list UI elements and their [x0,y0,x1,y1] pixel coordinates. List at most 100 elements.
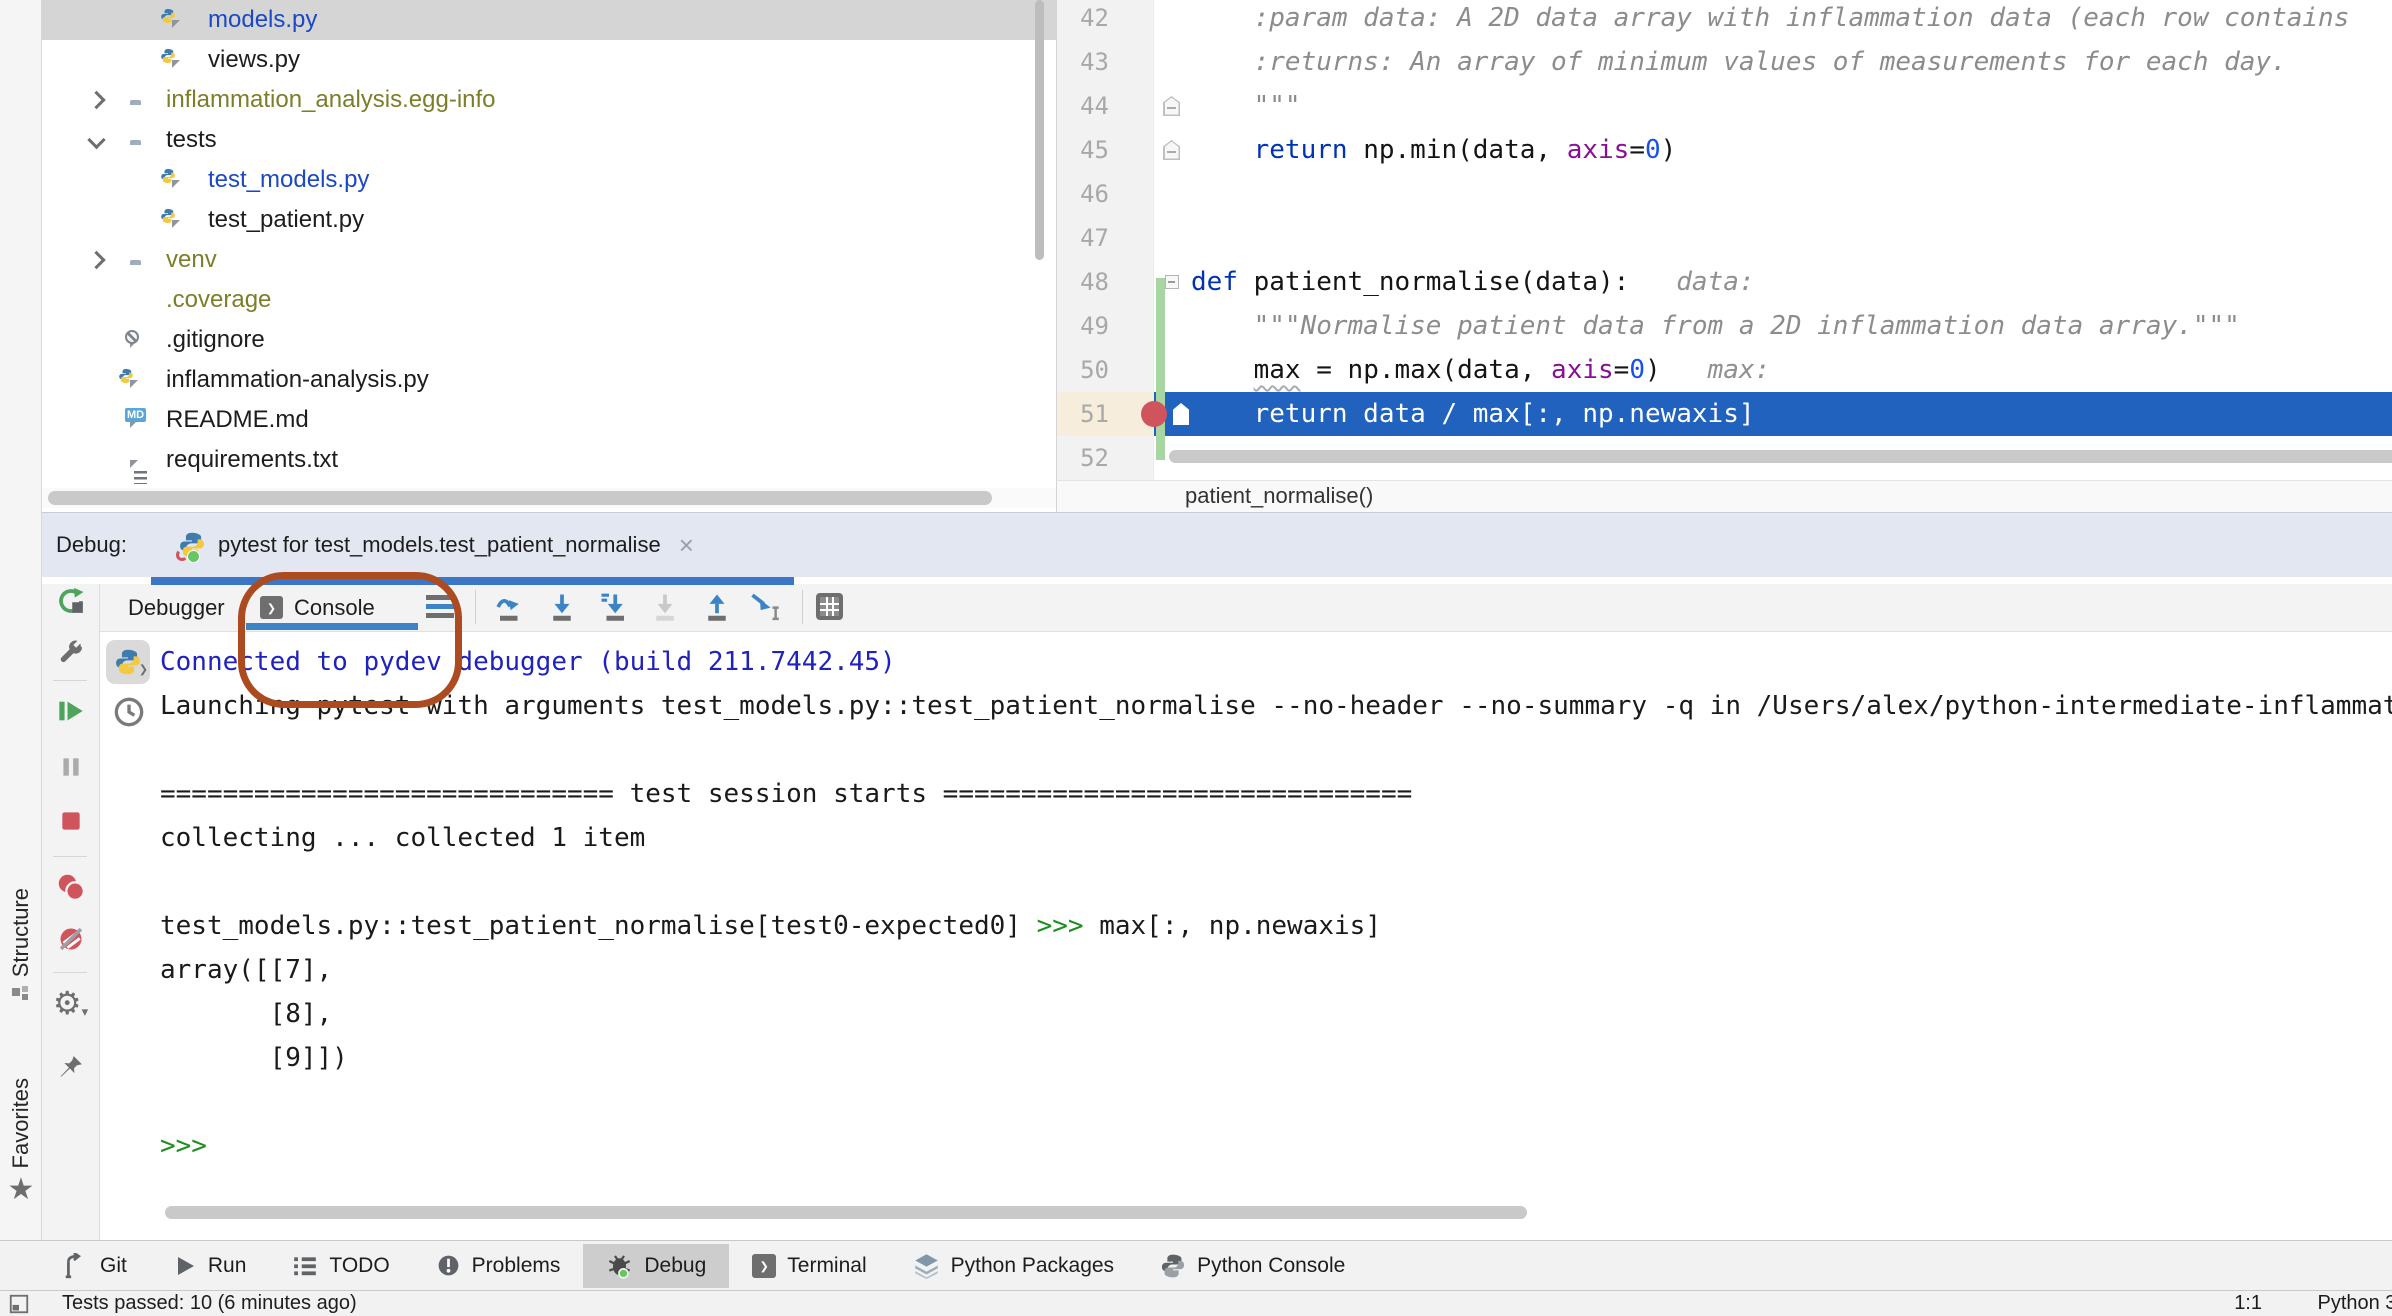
tab-debugger[interactable]: Debugger [118,584,235,631]
close-icon[interactable]: × [679,530,694,561]
resume-button[interactable] [54,694,88,728]
tree-item-test-patient-py[interactable]: test_patient.py [42,200,1056,240]
separator [53,680,87,681]
left-tool-rail: Structure Favorites ★ [0,0,42,1240]
editor-line-49: 49 """Normalise patient data from a 2D i… [1057,304,2392,348]
show-execution-point-button[interactable] [495,592,525,622]
breakpoint-icon[interactable] [1141,401,1167,427]
toolwindow-button-label: Problems [472,1254,561,1278]
run-to-cursor-button[interactable] [750,592,780,622]
separator [802,590,803,624]
toolwindow-button-run[interactable]: Run [150,1244,270,1288]
tree-item-tests[interactable]: tests [42,120,1056,160]
editor-line-46: 46 [1057,172,2392,216]
toolwindow-button-debug[interactable]: Debug [583,1244,729,1288]
settings-gear-icon[interactable]: ⚙▾ [54,986,88,1020]
chevron-right-icon[interactable] [87,91,105,109]
debug-session-tab[interactable]: pytest for test_models.test_patient_norm… [164,513,708,577]
toolwindow-layout-icon[interactable] [8,1293,30,1315]
debug-toolwindow-header: Debug: pytest for test_models.test_patie… [42,512,2392,577]
line-number[interactable]: 49 [1057,304,1109,348]
line-number[interactable]: 52 [1057,436,1109,480]
wrench-icon[interactable] [54,636,88,670]
tree-item-label: .gitignore [166,326,265,354]
line-number[interactable]: 51 [1057,392,1109,436]
view-breakpoints-button[interactable] [54,870,88,904]
pin-icon[interactable] [54,1050,88,1084]
fold-marker-icon[interactable] [1163,96,1180,116]
tree-item-label: .coverage [166,286,271,314]
tree-item-readme-md[interactable]: MDREADME.md [42,400,1056,440]
tree-item-test-models-py[interactable]: test_models.py [42,160,1056,200]
editor-line-48: 48def patient_normalise(data): data: [1057,260,2392,304]
tree-item--gitignore[interactable]: .gitignore [42,320,1056,360]
tree-item-inflammation-analysis-py[interactable]: inflammation-analysis.py [42,360,1056,400]
line-number[interactable]: 44 [1057,84,1109,128]
stop-button[interactable] [54,804,88,838]
force-step-into-button[interactable] [650,592,680,622]
toolwindow-button-python-packages[interactable]: Python Packages [890,1244,1137,1288]
vcs-change-bar [1156,278,1165,460]
python-icon [160,168,176,184]
chevron-down-icon[interactable] [87,131,105,149]
toolwindow-button-problems[interactable]: Problems [413,1244,584,1288]
tree-item-venv[interactable]: venv [42,240,1056,280]
toolwindow-button-python-console[interactable]: Python Console [1137,1244,1368,1288]
breadcrumb[interactable]: patient_normalise() [1056,480,2392,512]
tree-item-label: requirements.txt [166,446,338,474]
debugger-control-column: ⚙▾ [42,584,100,1240]
sidebar-item-structure[interactable]: Structure [0,888,42,1005]
python-console-button[interactable]: ❯ [106,640,150,684]
line-number[interactable]: 48 [1057,260,1109,304]
toolwindow-button-todo[interactable]: TODO [269,1244,412,1288]
history-clock-icon[interactable] [113,696,145,728]
code-editor[interactable]: 42 :param data: A 2D data array with inf… [1056,0,2392,480]
toolwindow-button-label: Debug [644,1254,706,1278]
separator [475,590,476,624]
debug-console-output[interactable]: ❯ Connected to pydev debugger (build 211… [100,632,2392,1240]
sidebar-item-favorites[interactable]: Favorites ★ [0,1078,42,1204]
console-line: collecting ... collected 1 item [160,816,645,860]
toolwindow-button-terminal[interactable]: ❯Terminal [729,1244,889,1288]
console-line: >>> [160,1124,207,1168]
tree-item-models-py[interactable]: models.py [42,0,1056,40]
rerun-button[interactable] [54,584,88,618]
tree-item-views-py[interactable]: views.py [42,40,1056,80]
tree-item-inflammation-analysis-egg-info[interactable]: inflammation_analysis.egg-info [42,80,1056,120]
terminal-icon: ❯ [752,1254,776,1278]
step-over-button[interactable] [547,592,577,622]
mute-breakpoints-button[interactable] [54,922,88,956]
tree-item--coverage[interactable]: .coverage [42,280,1056,320]
step-into-button[interactable] [599,592,629,622]
separator [53,856,87,857]
fold-marker-icon[interactable] [1163,140,1180,160]
pyconsole-icon [1160,1253,1186,1279]
caret-position[interactable]: 1:1 [2234,1291,2262,1316]
python-interpreter[interactable]: Python 3. [2317,1291,2392,1316]
chevron-right-icon[interactable] [87,251,105,269]
tree-item-label: test_patient.py [208,206,364,234]
line-number[interactable]: 45 [1057,128,1109,172]
line-number[interactable]: 47 [1057,216,1109,260]
tree-item-requirements-txt[interactable]: requirements.txt [42,440,1056,480]
pytest-run-icon [178,531,206,559]
status-message[interactable]: Tests passed: 10 (6 minutes ago) [62,1291,357,1316]
toolwindow-button-git[interactable]: Git [40,1244,150,1288]
line-number[interactable]: 43 [1057,40,1109,84]
editor-line-47: 47 [1057,216,2392,260]
evaluate-grid-icon[interactable] [816,593,843,620]
line-number[interactable]: 46 [1057,172,1109,216]
console-line: ============================= test sessi… [160,772,1412,816]
line-number[interactable]: 50 [1057,348,1109,392]
star-icon: ★ [8,1176,35,1204]
tree-hscrollbar[interactable] [48,491,992,505]
step-out-button[interactable] [702,592,732,622]
debug-icon [606,1252,633,1279]
fold-marker-icon[interactable] [1165,275,1179,289]
pause-button[interactable] [54,750,88,784]
git-icon [63,1253,89,1279]
tree-vscrollbar[interactable] [1035,0,1044,260]
line-number[interactable]: 42 [1057,0,1109,40]
python-icon: ❯ [114,648,142,676]
console-hscrollbar[interactable] [165,1206,1527,1219]
